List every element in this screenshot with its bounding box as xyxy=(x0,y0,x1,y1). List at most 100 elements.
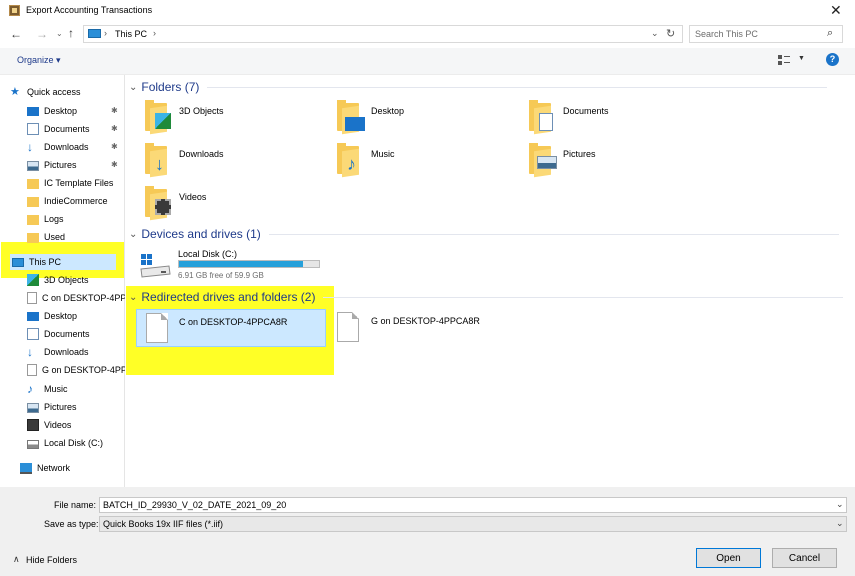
cancel-button[interactable]: Cancel xyxy=(772,548,837,568)
sidebar-item-label: Pictures xyxy=(44,160,77,170)
sidebar-item-3d-objects[interactable]: 3D Objects xyxy=(27,272,89,288)
sidebar-item-videos[interactable]: Videos xyxy=(27,417,71,433)
pin-icon[interactable]: ✱ xyxy=(111,142,118,151)
sidebar-item-local-disk[interactable]: Local Disk (C:) xyxy=(27,435,103,451)
app-icon xyxy=(9,5,20,16)
network-icon xyxy=(20,463,32,474)
sidebar-item-label: G on DESKTOP-4PP xyxy=(42,365,127,375)
breadcrumb-chevron-icon[interactable]: › xyxy=(153,28,156,38)
sidebar-item-indiecommerce[interactable]: IndieCommerce xyxy=(27,193,108,209)
sidebar-item-desktop-pc[interactable]: Desktop xyxy=(27,308,77,324)
documents-icon xyxy=(27,123,39,135)
sidebar-item-documents-pc[interactable]: Documents xyxy=(27,326,90,342)
sidebar-item-c-on-desktop[interactable]: C on DESKTOP-4PP xyxy=(27,290,126,306)
folder-tile-videos[interactable]: Videos xyxy=(145,185,206,221)
address-bar[interactable]: › This PC › ⌄ ↻ xyxy=(83,25,683,43)
cube-icon xyxy=(27,274,39,286)
film-icon xyxy=(27,419,39,431)
savetype-select[interactable]: Quick Books 19x IIF files (*.iif) xyxy=(99,516,847,532)
redirected-tile-g[interactable]: G on DESKTOP-4PPCA8R xyxy=(335,309,525,347)
pictures-icon xyxy=(537,156,557,169)
network-drive-icon xyxy=(146,313,168,343)
view-options-icon[interactable] xyxy=(778,55,790,65)
folder-tile-desktop[interactable]: Desktop xyxy=(337,99,405,135)
folder-tile-music[interactable]: ♪ Music xyxy=(337,142,395,178)
download-arrow-icon: ↓ xyxy=(27,345,33,359)
savetype-label: Save as type: xyxy=(44,519,99,529)
pin-icon[interactable]: ✱ xyxy=(111,106,118,115)
group-header-devices[interactable]: ⌄ Devices and drives (1) xyxy=(129,227,839,241)
sidebar-item-this-pc[interactable]: This PC xyxy=(10,254,116,270)
search-input[interactable]: Search This PC ⌕ xyxy=(689,25,843,43)
sidebar-item-music[interactable]: ♪ Music xyxy=(27,381,68,397)
redirected-tile-c[interactable]: C on DESKTOP-4PPCA8R xyxy=(136,309,326,347)
folder-label: Desktop xyxy=(371,106,405,116)
sidebar-item-label: Downloads xyxy=(44,142,89,152)
close-icon[interactable]: ✕ xyxy=(830,2,842,19)
folder-tile-pictures[interactable]: Pictures xyxy=(529,142,596,178)
back-arrow-icon[interactable]: ← xyxy=(10,27,22,41)
sidebar-item-desktop[interactable]: Desktop xyxy=(27,103,77,119)
search-icon[interactable]: ⌕ xyxy=(827,27,833,40)
up-arrow-icon[interactable]: ↑ xyxy=(68,26,74,40)
hide-folders-button[interactable]: Hide Folders xyxy=(26,555,77,565)
sidebar-item-downloads-pc[interactable]: ↓ Downloads xyxy=(27,344,89,360)
collapse-chevron-icon[interactable]: ⌄ xyxy=(129,82,137,93)
group-header-redirected[interactable]: ⌄ Redirected drives and folders (2) xyxy=(129,290,844,304)
folder-icon xyxy=(27,232,39,243)
folder-tile-documents[interactable]: Documents xyxy=(529,99,609,135)
pin-icon[interactable]: ✱ xyxy=(111,124,118,133)
folder-label: Downloads xyxy=(179,149,224,159)
drive-usage-bar xyxy=(178,260,320,268)
help-icon[interactable]: ? xyxy=(826,53,839,66)
folder-tile-downloads[interactable]: ↓ Downloads xyxy=(145,142,224,178)
sidebar-item-logs[interactable]: Logs xyxy=(27,211,64,227)
sidebar-item-pictures[interactable]: Pictures xyxy=(27,157,77,173)
view-dropdown-icon[interactable]: ▼ xyxy=(798,55,805,62)
filename-dropdown-icon[interactable]: ⌄ xyxy=(836,499,844,510)
sidebar-item-label: 3D Objects xyxy=(44,275,89,285)
breadcrumb[interactable]: This PC xyxy=(115,29,147,39)
folder-label: Documents xyxy=(563,106,609,116)
navigation-pane: ★ Quick access Desktop ✱ Documents ✱ ↓ D… xyxy=(0,75,127,487)
open-button[interactable]: Open xyxy=(696,548,761,568)
sidebar-item-ic-template-files[interactable]: IC Template Files xyxy=(27,175,113,191)
recent-chevron-icon[interactable]: ⌄ xyxy=(56,29,63,38)
sidebar-item-label: Desktop xyxy=(44,311,78,321)
collapse-chevron-icon[interactable]: ⌄ xyxy=(129,292,137,303)
sidebar-item-label: Network xyxy=(37,463,71,473)
organize-button[interactable]: Organize ▾ xyxy=(17,55,61,66)
group-header-folders[interactable]: ⌄ Folders (7) xyxy=(129,80,828,94)
sidebar-item-network[interactable]: Network xyxy=(20,460,70,476)
hide-folders-chevron-icon[interactable]: ∧ xyxy=(13,554,20,565)
download-arrow-icon: ↓ xyxy=(155,154,164,174)
sidebar-item-label: Local Disk (C:) xyxy=(44,438,104,448)
drive-tile-local-disk[interactable]: Local Disk (C:) 6.91 GB free of 59.9 GB xyxy=(139,249,329,283)
folder-icon xyxy=(145,185,173,221)
pictures-icon xyxy=(27,160,39,171)
filename-input[interactable]: BATCH_ID_29930_V_02_DATE_2021_09_20 xyxy=(99,497,847,513)
window-title: Export Accounting Transactions xyxy=(26,5,153,15)
folder-icon: ↓ xyxy=(145,142,173,178)
group-header-label: Folders (7) xyxy=(141,80,200,94)
collapse-chevron-icon[interactable]: ⌄ xyxy=(129,229,137,240)
sidebar-item-used[interactable]: Used xyxy=(27,229,65,245)
sidebar-item-pictures-pc[interactable]: Pictures xyxy=(27,399,77,415)
file-list: ⌄ Folders (7) 3D Objects Desktop Documen… xyxy=(125,75,855,487)
folder-tile-3d-objects[interactable]: 3D Objects xyxy=(145,99,224,135)
address-dropdown-icon[interactable]: ⌄ xyxy=(651,28,659,39)
sidebar-item-documents[interactable]: Documents xyxy=(27,121,90,137)
sidebar-item-g-on-desktop[interactable]: G on DESKTOP-4PP xyxy=(27,362,127,378)
forward-arrow-icon[interactable]: → xyxy=(36,27,48,41)
sidebar-item-label: Documents xyxy=(44,124,90,134)
sidebar-item-label: Music xyxy=(44,384,68,394)
sidebar-item-downloads[interactable]: ↓ Downloads xyxy=(27,139,89,155)
group-header-label: Redirected drives and folders (2) xyxy=(141,290,316,304)
filename-label: File name: xyxy=(54,500,97,510)
save-panel: File name: BATCH_ID_29930_V_02_DATE_2021… xyxy=(0,487,855,576)
sidebar-item-quick-access[interactable]: ★ Quick access xyxy=(10,84,81,100)
savetype-dropdown-icon[interactable]: ⌄ xyxy=(836,518,844,529)
refresh-icon[interactable]: ↻ xyxy=(666,27,675,40)
drive-usage-fill xyxy=(179,261,303,267)
pin-icon[interactable]: ✱ xyxy=(111,160,118,169)
